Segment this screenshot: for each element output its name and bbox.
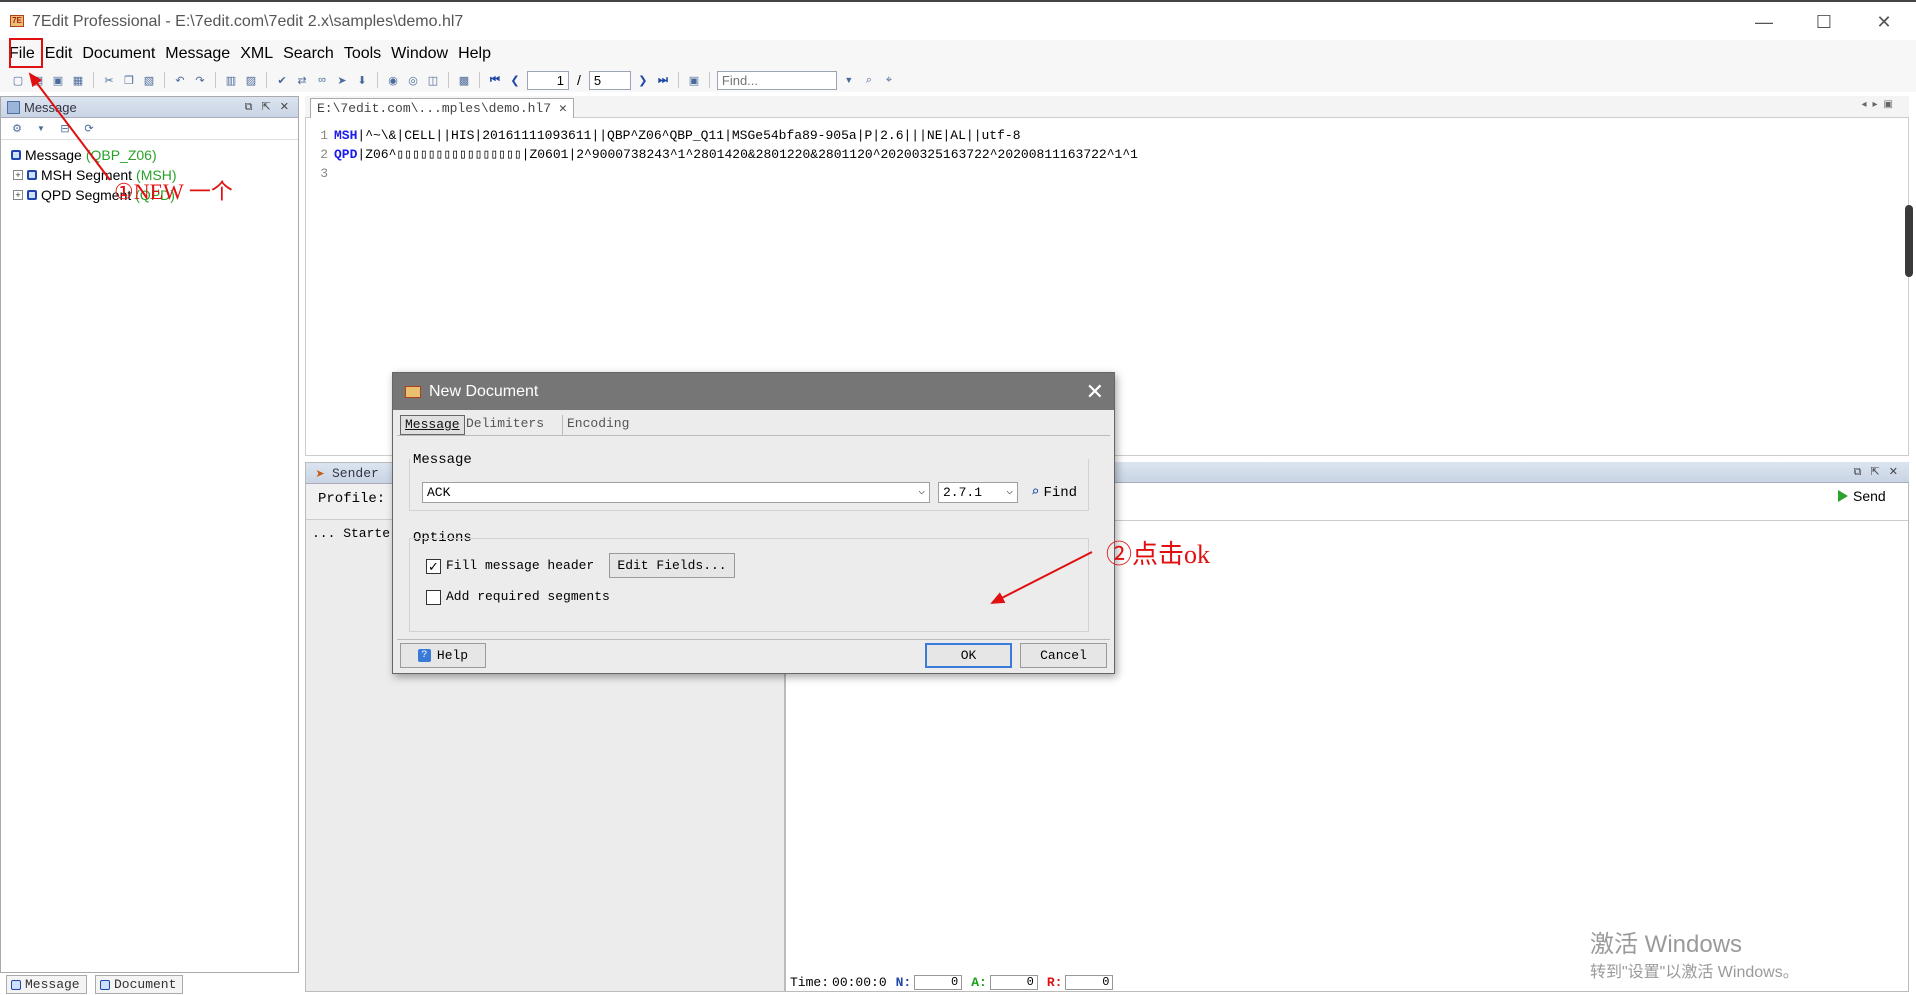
windows-activation-subtext: 转到"设置"以激活 Windows。	[1590, 964, 1799, 981]
annotation-step-1: ①NEW 一个	[114, 179, 233, 204]
annotation-step-2: ②点击ok	[1106, 540, 1211, 569]
annotation-arrows	[28, 72, 1093, 604]
arrow-to-file-menu	[28, 72, 111, 181]
windows-activation-watermark: 激活 Windows	[1590, 931, 1743, 958]
arrow-to-ok-button	[990, 551, 1093, 604]
